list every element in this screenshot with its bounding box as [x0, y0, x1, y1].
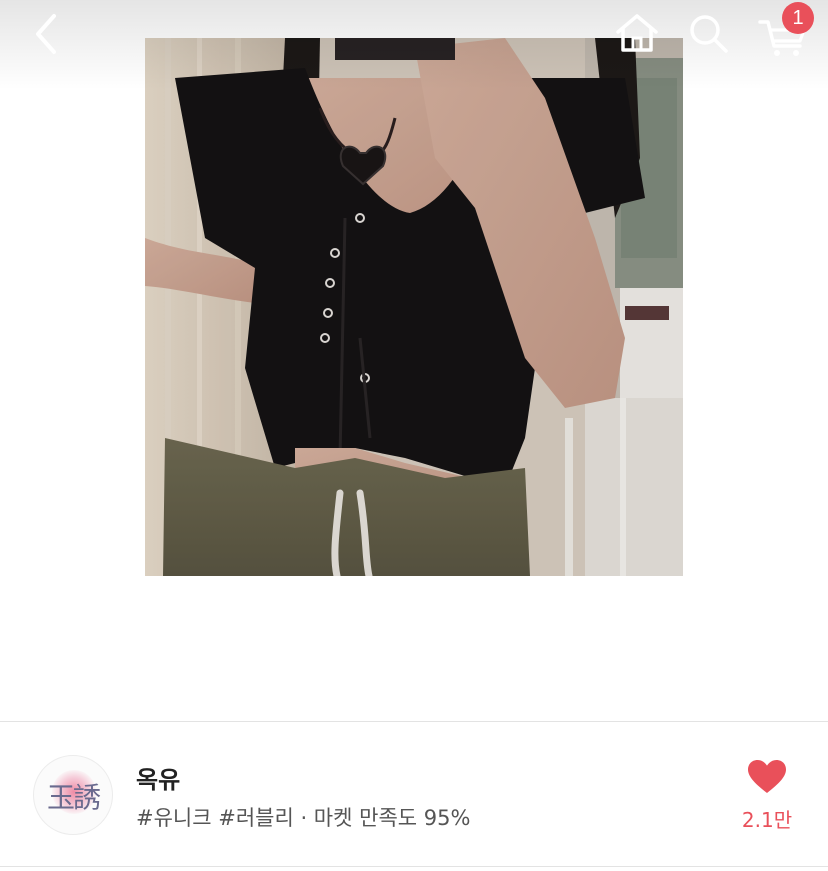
cart-badge: 1 [782, 2, 814, 34]
shop-name[interactable]: 옥유 [136, 760, 180, 795]
like-count: 2.1만 [741, 808, 793, 832]
heart-icon [748, 760, 786, 793]
divider-bottom [0, 866, 828, 867]
search-button[interactable] [686, 12, 732, 54]
shop-avatar[interactable]: 玉誘 [33, 755, 113, 835]
product-image[interactable] [145, 38, 683, 576]
chevron-left-icon [36, 14, 56, 54]
home-button[interactable] [614, 12, 660, 54]
cart-button[interactable]: 1 [756, 2, 816, 58]
home-icon [616, 14, 658, 52]
shop-logo-text: 玉誘 [46, 781, 101, 814]
like-button[interactable]: 2.1만 [741, 756, 793, 836]
back-button[interactable] [28, 12, 68, 56]
search-icon [690, 15, 728, 53]
divider-top [0, 721, 828, 722]
shop-tags: #유니크 #러블리 · 마켓 만족도 95% [136, 806, 471, 830]
